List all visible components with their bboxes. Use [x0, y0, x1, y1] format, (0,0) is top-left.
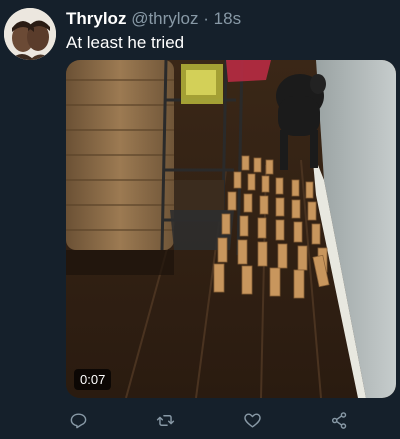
retweet-button[interactable]	[153, 408, 177, 432]
tweet-header: Thryloz @thryloz · 18s	[66, 9, 241, 29]
separator-dot: ·	[203, 9, 209, 28]
retweet-icon	[156, 414, 174, 426]
video-duration: 0:07	[74, 369, 112, 390]
share-icon	[331, 411, 346, 429]
tweet-card[interactable]: Thryloz @thryloz · 18s At least he tried	[0, 0, 400, 439]
reply-button[interactable]	[66, 408, 90, 432]
video-player[interactable]: 0:07	[66, 60, 396, 398]
reply-icon	[70, 412, 86, 428]
avatar[interactable]	[4, 8, 56, 60]
tweet-timestamp[interactable]: 18s	[214, 9, 241, 28]
display-name[interactable]: Thryloz	[66, 9, 126, 28]
share-button[interactable]	[327, 408, 351, 432]
heart-icon	[243, 412, 261, 428]
like-button[interactable]	[240, 408, 264, 432]
tweet-text: At least he tried	[66, 33, 185, 52]
user-handle[interactable]: @thryloz	[131, 9, 198, 28]
tweet-actions	[66, 408, 396, 432]
video-thumbnail	[66, 60, 396, 398]
avatar-image	[4, 8, 56, 60]
